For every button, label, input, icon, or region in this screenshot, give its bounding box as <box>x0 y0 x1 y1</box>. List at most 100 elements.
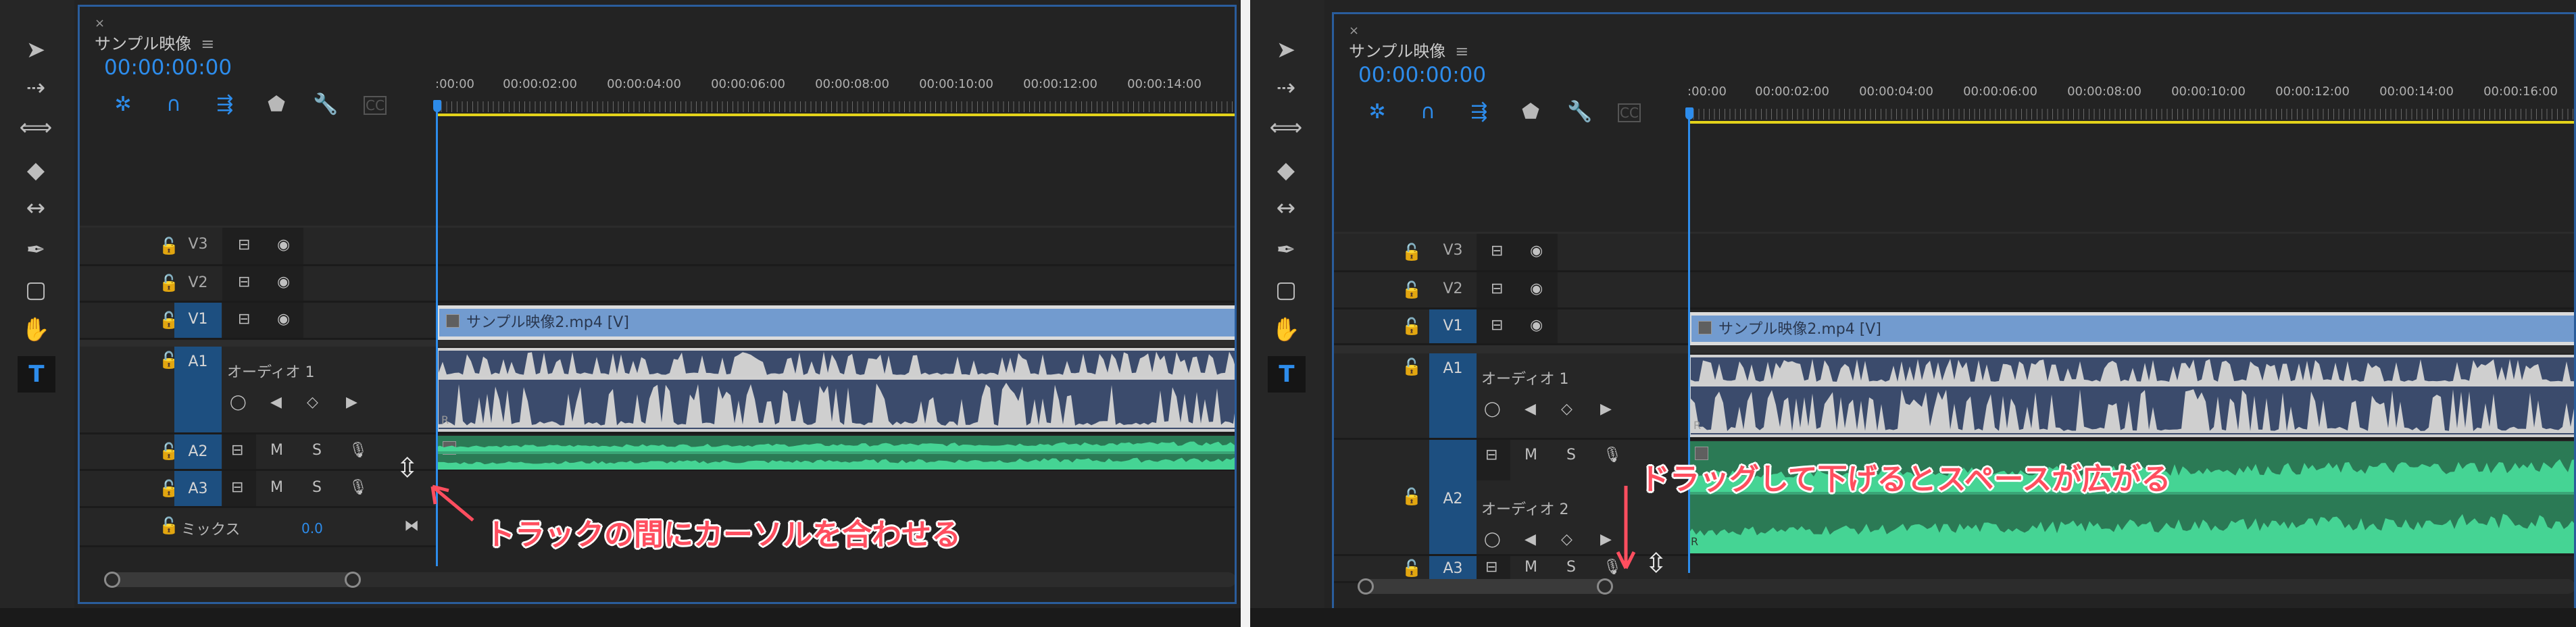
track-label-v1[interactable]: V1 <box>174 303 222 338</box>
track-label-a2[interactable]: A2 <box>1429 440 1477 554</box>
solo-button[interactable]: S <box>1566 447 1576 463</box>
add-marker-icon[interactable]: ⬟ <box>263 91 290 118</box>
lock-icon[interactable]: 🔓 <box>1402 243 1422 261</box>
scroll-start-handle[interactable] <box>1358 578 1374 595</box>
razor-tool-icon[interactable]: ◆ <box>20 155 51 186</box>
track-label-v3[interactable]: V3 <box>174 228 222 264</box>
toggle-sync-lock-icon[interactable]: ⊟ <box>1491 317 1503 334</box>
close-icon[interactable]: × <box>1349 24 1459 38</box>
lock-icon[interactable]: 🔓 <box>1402 357 1422 376</box>
track-label-v2[interactable]: V2 <box>174 266 222 301</box>
rectangle-tool-icon[interactable]: ▢ <box>1270 274 1302 305</box>
work-area-bar[interactable] <box>436 114 1235 116</box>
track-label-a1[interactable]: A1 <box>174 347 222 432</box>
panel-menu-icon[interactable]: ≡ <box>201 34 214 53</box>
type-tool-icon[interactable]: T <box>18 356 55 393</box>
track-label-v1[interactable]: V1 <box>1429 309 1477 343</box>
video-clip[interactable]: サンプル映像2.mp4 [V] <box>436 305 1235 340</box>
go-to-mix-icon[interactable]: ⧓ <box>404 518 419 534</box>
panel-menu-icon[interactable]: ≡ <box>1455 42 1468 61</box>
ripple-edit-tool-icon[interactable]: ⟺ <box>1270 112 1303 143</box>
mute-button[interactable]: M <box>1525 447 1537 463</box>
slip-tool-icon[interactable]: ↔ <box>1270 193 1302 224</box>
next-keyframe-icon[interactable]: ▶ <box>1600 531 1612 548</box>
playhead-handle[interactable] <box>433 100 441 112</box>
toggle-sync-lock-icon[interactable]: ⊟ <box>1485 447 1497 463</box>
captions-icon[interactable]: CC <box>1618 103 1641 122</box>
scroll-end-handle[interactable] <box>1597 578 1613 595</box>
panel-tab[interactable]: × サンプル映像 ≡ <box>1349 24 1468 61</box>
toggle-sync-lock-icon[interactable]: ⊟ <box>1491 243 1503 259</box>
track-label-a3[interactable]: A3 <box>174 471 222 506</box>
ripple-edit-tool-icon[interactable]: ⟺ <box>20 112 53 143</box>
toggle-sync-lock-icon[interactable]: ⊟ <box>1491 280 1503 297</box>
voice-over-record-icon[interactable]: 🎙 <box>1603 559 1622 576</box>
track-select-forward-tool-icon[interactable]: ⇢ <box>20 72 51 103</box>
panel-tab[interactable]: × サンプル映像 ≡ <box>95 16 214 54</box>
track-label-a3[interactable]: A3 <box>1429 556 1477 581</box>
nest-sequence-icon[interactable]: ✲ <box>109 91 137 118</box>
snap-icon[interactable]: ∩ <box>1414 98 1441 125</box>
captions-icon[interactable]: CC <box>364 96 387 115</box>
razor-tool-icon[interactable]: ◆ <box>1270 155 1302 186</box>
pen-tool-icon[interactable]: ✒ <box>1270 234 1302 266</box>
toggle-sync-lock-icon[interactable]: ⊟ <box>238 311 250 328</box>
rectangle-tool-icon[interactable]: ▢ <box>20 274 51 305</box>
track-label-v2[interactable]: V2 <box>1429 272 1477 307</box>
playhead-handle[interactable] <box>1685 107 1693 120</box>
show-keyframes-icon[interactable]: ◯ <box>1484 401 1501 418</box>
playhead-timecode[interactable]: 00:00:00:00 <box>104 55 232 80</box>
mute-button[interactable]: M <box>270 442 283 459</box>
scroll-start-handle[interactable] <box>104 572 120 588</box>
audio-clip-a1[interactable]: R <box>1688 355 2574 437</box>
previous-keyframe-icon[interactable]: ◀ <box>1525 531 1536 548</box>
playhead-line[interactable] <box>436 101 438 566</box>
time-ruler[interactable] <box>436 101 1235 112</box>
hand-tool-icon[interactable]: ✋ <box>1270 314 1302 345</box>
snap-icon[interactable]: ∩ <box>160 91 187 118</box>
selection-tool-icon[interactable]: ➤ <box>20 34 51 66</box>
timeline-settings-icon[interactable]: 🔧 <box>312 91 339 118</box>
toggle-sync-lock-icon[interactable]: ⊟ <box>1485 559 1497 576</box>
close-icon[interactable]: × <box>95 16 205 30</box>
next-keyframe-icon[interactable]: ▶ <box>1600 401 1612 418</box>
track-label-a2[interactable]: A2 <box>174 434 222 469</box>
toggle-sync-lock-icon[interactable]: ⊟ <box>238 236 250 253</box>
eye-icon[interactable]: ◉ <box>1530 317 1543 334</box>
scroll-end-handle[interactable] <box>345 572 361 588</box>
lock-icon[interactable]: 🔓 <box>1402 559 1422 578</box>
lock-icon[interactable]: 🔓 <box>1402 487 1422 506</box>
lock-icon[interactable]: 🔓 <box>1402 280 1422 299</box>
eye-icon[interactable]: ◉ <box>277 274 290 291</box>
eye-icon[interactable]: ◉ <box>277 236 290 253</box>
scrollbar-thumb[interactable] <box>1358 579 1610 594</box>
scrollbar-thumb[interactable] <box>104 572 358 587</box>
linked-selection-icon[interactable]: ⇶ <box>1466 98 1493 125</box>
toggle-sync-lock-icon[interactable]: ⊟ <box>231 479 243 496</box>
solo-button[interactable]: S <box>1566 559 1576 576</box>
work-area-bar[interactable] <box>1688 121 2574 124</box>
audio-clip-a2[interactable] <box>436 436 1235 470</box>
solo-button[interactable]: S <box>312 442 322 459</box>
previous-keyframe-icon[interactable]: ◀ <box>270 394 282 411</box>
add-marker-icon[interactable]: ⬟ <box>1517 98 1544 125</box>
toggle-sync-lock-icon[interactable]: ⊟ <box>231 442 243 459</box>
video-clip[interactable]: サンプル映像2.mp4 [V] <box>1688 312 2574 345</box>
playhead-timecode[interactable]: 00:00:00:00 <box>1358 63 1486 87</box>
mix-volume-value[interactable]: 0.0 <box>301 520 323 536</box>
hand-tool-icon[interactable]: ✋ <box>20 314 51 345</box>
slip-tool-icon[interactable]: ↔ <box>20 193 51 224</box>
pen-tool-icon[interactable]: ✒ <box>20 234 51 266</box>
horizontal-scrollbar[interactable] <box>1358 578 2574 595</box>
track-select-forward-tool-icon[interactable]: ⇢ <box>1270 72 1302 103</box>
solo-button[interactable]: S <box>312 479 322 496</box>
mute-button[interactable]: M <box>1525 559 1537 576</box>
next-keyframe-icon[interactable]: ▶ <box>346 394 357 411</box>
track-label-a1[interactable]: A1 <box>1429 353 1477 438</box>
eye-icon[interactable]: ◉ <box>277 311 290 328</box>
add-keyframe-icon[interactable]: ◇ <box>1561 401 1572 418</box>
voice-over-record-icon[interactable]: 🎙 <box>349 442 368 459</box>
add-keyframe-icon[interactable]: ◇ <box>1561 531 1572 548</box>
lock-icon[interactable]: 🔓 <box>1402 317 1422 336</box>
selection-tool-icon[interactable]: ➤ <box>1270 34 1302 66</box>
